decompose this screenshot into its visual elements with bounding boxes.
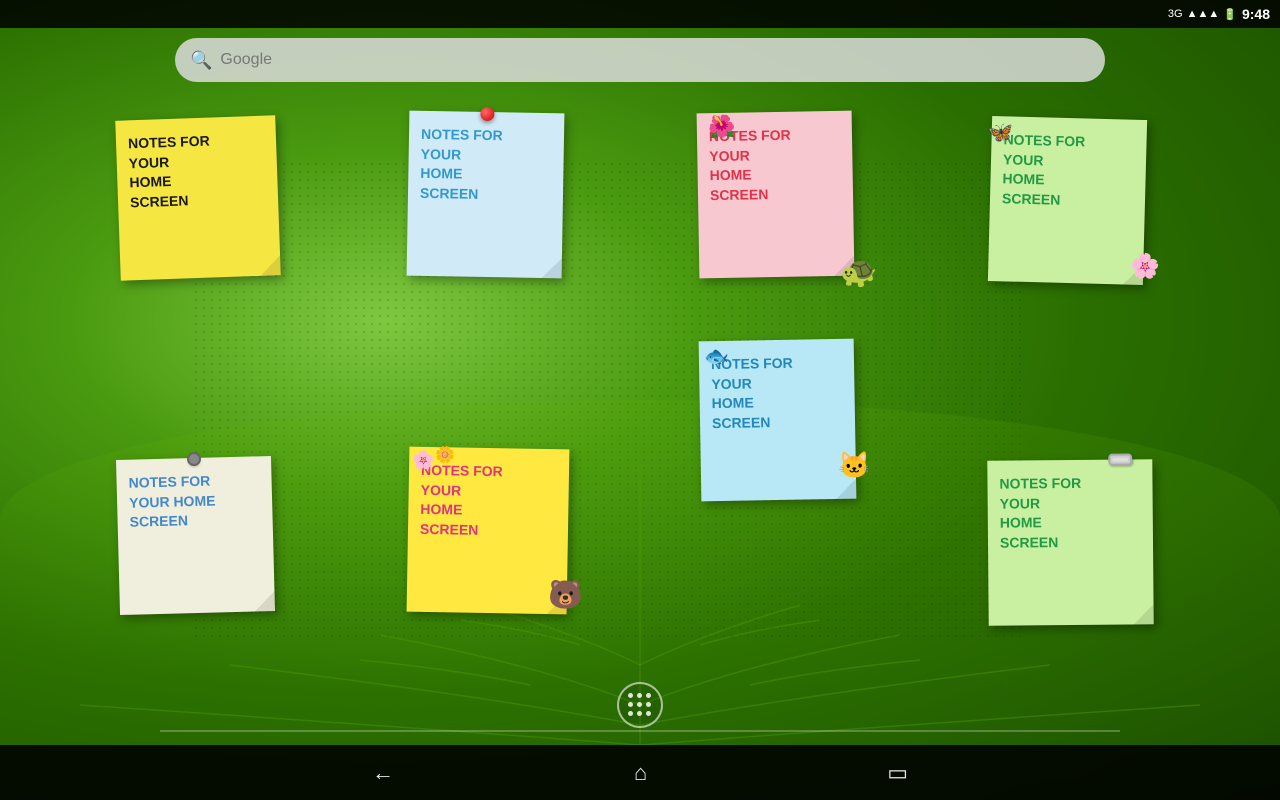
sticky-note-white-1[interactable]: Notes ForYour HomeScreen xyxy=(116,456,275,615)
battery-icon: 🔋 xyxy=(1223,8,1237,21)
note-text-5: Notes ForYourHomeScreen xyxy=(711,353,843,434)
status-bar: 3G ▲▲▲ 🔋 9:48 xyxy=(0,0,1280,28)
flower-sticker-2: 🌸 xyxy=(412,450,434,471)
sticky-note-yellow-1[interactable]: Notes ForYourHomeScreen xyxy=(115,115,280,280)
app-drawer-button[interactable] xyxy=(617,682,663,728)
thumbtack xyxy=(188,454,198,464)
home-button[interactable]: ⌂ xyxy=(634,760,647,786)
pin-red xyxy=(480,107,494,121)
turtle-sticker: 🐢 xyxy=(840,255,877,290)
dot xyxy=(646,711,651,716)
dot xyxy=(628,702,633,707)
wifi-icon: ▲▲▲ xyxy=(1187,8,1220,20)
flower-sticker-3: 🌼 xyxy=(435,445,455,465)
clock: 9:48 xyxy=(1242,6,1270,22)
page-indicator xyxy=(160,730,1120,732)
butterfly-sticker: 🦋 xyxy=(988,120,1013,145)
dots-grid xyxy=(628,693,653,718)
search-bar[interactable]: 🔍 Google xyxy=(175,38,1105,82)
dot xyxy=(646,702,651,707)
pink-flower-sticker: 🌸 xyxy=(1130,252,1160,281)
dot xyxy=(628,711,633,716)
flower-sticker: 🌺 xyxy=(708,114,735,140)
dot xyxy=(637,702,642,707)
back-button[interactable]: ← xyxy=(372,760,394,786)
search-icon: 🔍 xyxy=(190,50,212,71)
note-text-8: Notes ForYourHomeScreen xyxy=(999,473,1141,553)
fish-sticker: 🐟 xyxy=(704,344,729,369)
note-text-4: Notes ForYourHomeScreen xyxy=(1002,130,1135,212)
note-text-1: Notes ForYourHomeScreen xyxy=(128,130,267,213)
note-text-6: Notes ForYour HomeScreen xyxy=(128,470,260,532)
dot xyxy=(646,693,651,698)
sticky-note-green-2[interactable]: Notes ForYourHomeScreen xyxy=(987,459,1153,625)
sticky-note-blue-1[interactable]: Notes ForYourHomeScreen xyxy=(407,111,565,279)
status-icons: 3G ▲▲▲ 🔋 xyxy=(1168,8,1237,21)
sticky-note-yellow-2[interactable]: Notes ForYourHomeScreen xyxy=(407,447,570,615)
dot xyxy=(637,711,642,716)
navigation-bar: ← ⌂ ▭ xyxy=(0,745,1280,800)
dot xyxy=(628,693,633,698)
note-text-7: Notes ForYourHomeScreen xyxy=(420,461,557,542)
dot xyxy=(637,693,642,698)
paper-clip xyxy=(1108,453,1132,465)
recent-apps-button[interactable]: ▭ xyxy=(887,760,908,786)
signal-icon: 3G xyxy=(1168,8,1183,20)
note-text-2: Notes ForYourHomeScreen xyxy=(420,125,552,206)
bear-sticker: 🐻 xyxy=(548,578,583,611)
cat-sticker: 🐱 xyxy=(838,450,870,481)
search-input[interactable]: Google xyxy=(220,51,272,69)
